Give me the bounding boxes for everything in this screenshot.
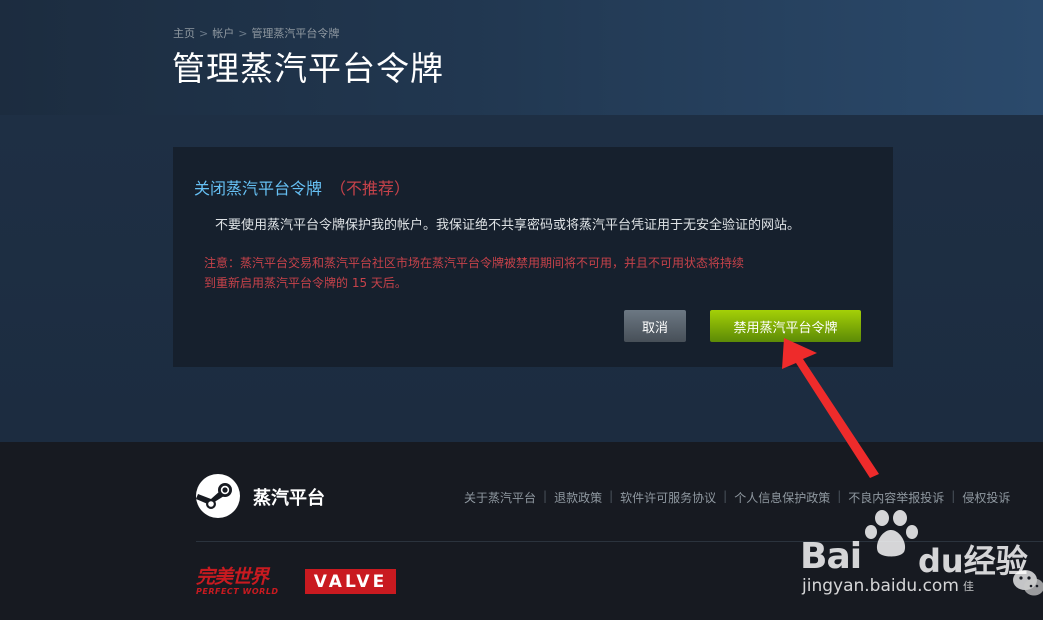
breadcrumb-separator: > [238,26,248,40]
not-recommended-label: （不推荐） [330,179,411,198]
breadcrumb-separator: > [199,26,209,40]
watermark-small: 佳 [963,580,974,593]
perfect-world-logo-sub: PERFECT WORLD [196,587,279,596]
dialog-description: 不要使用蒸汽平台令牌保护我的帐户。我保证绝不共享密码或将蒸汽平台凭证用于无安全验… [215,218,801,233]
disable-guard-dialog: 关闭蒸汽平台令牌 （不推荐） 不要使用蒸汽平台令牌保护我的帐户。我保证绝不共享密码… [173,147,893,367]
footer-brand[interactable]: 蒸汽平台 [253,484,325,510]
dialog-title-text: 关闭蒸汽平台令牌 [194,179,323,198]
footer-link-infringement[interactable]: 侵权投诉 [962,489,1010,506]
watermark-url: jingyan.baidu.com [802,576,959,596]
steam-logo-icon[interactable] [196,474,240,518]
valve-logo[interactable]: VALVE [305,569,396,594]
footer-link-divider: | [543,489,548,503]
footer-link-license[interactable]: 软件许可服务协议 [620,489,716,506]
perfect-world-logo[interactable]: 完美世界 PERFECT WORLD [196,567,292,603]
warning-line: 注意：蒸汽平台交易和蒸汽平台社区市场在蒸汽平台令牌被禁用期间将不可用，并且不可用… [204,256,745,270]
footer-link-about[interactable]: 关于蒸汽平台 [464,489,536,506]
warning-line: 到重新启用蒸汽平台令牌的 15 天后。 [204,276,407,290]
disable-guard-button[interactable]: 禁用蒸汽平台令牌 [710,310,861,342]
cancel-button[interactable]: 取消 [624,310,686,342]
wechat-icon [1013,570,1043,596]
dialog-warning: 注意：蒸汽平台交易和蒸汽平台社区市场在蒸汽平台令牌被禁用期间将不可用，并且不可用… [204,253,844,293]
header-band [0,0,1043,115]
footer-link-divider: | [723,489,728,503]
footer-links: 关于蒸汽平台 | 退款政策 | 软件许可服务协议 | 个人信息保护政策 | 不良内容举报… [464,489,1010,506]
breadcrumb-account[interactable]: 帐户 [212,25,234,41]
footer-link-privacy[interactable]: 个人信息保护政策 [734,489,830,506]
baidu-jingyan-watermark: Bai du经验 jingyan.baidu.com 佳 [800,508,1043,620]
breadcrumb: 主页 > 帐户 > 管理蒸汽平台令牌 [173,25,339,41]
footer-link-report[interactable]: 不良内容举报投诉 [848,489,944,506]
baidu-paw-icon [865,510,918,557]
footer-link-divider: | [951,489,956,503]
footer-link-divider: | [837,489,842,503]
page-title: 管理蒸汽平台令牌 [172,49,444,88]
breadcrumb-current: 管理蒸汽平台令牌 [251,27,340,40]
breadcrumb-home[interactable]: 主页 [173,25,195,41]
watermark-brand: Bai [800,536,862,577]
dialog-title: 关闭蒸汽平台令牌 （不推荐） [194,175,410,199]
perfect-world-logo-main: 完美世界 [196,566,269,588]
footer-link-divider: | [609,489,614,503]
footer-link-refund[interactable]: 退款政策 [554,489,602,506]
